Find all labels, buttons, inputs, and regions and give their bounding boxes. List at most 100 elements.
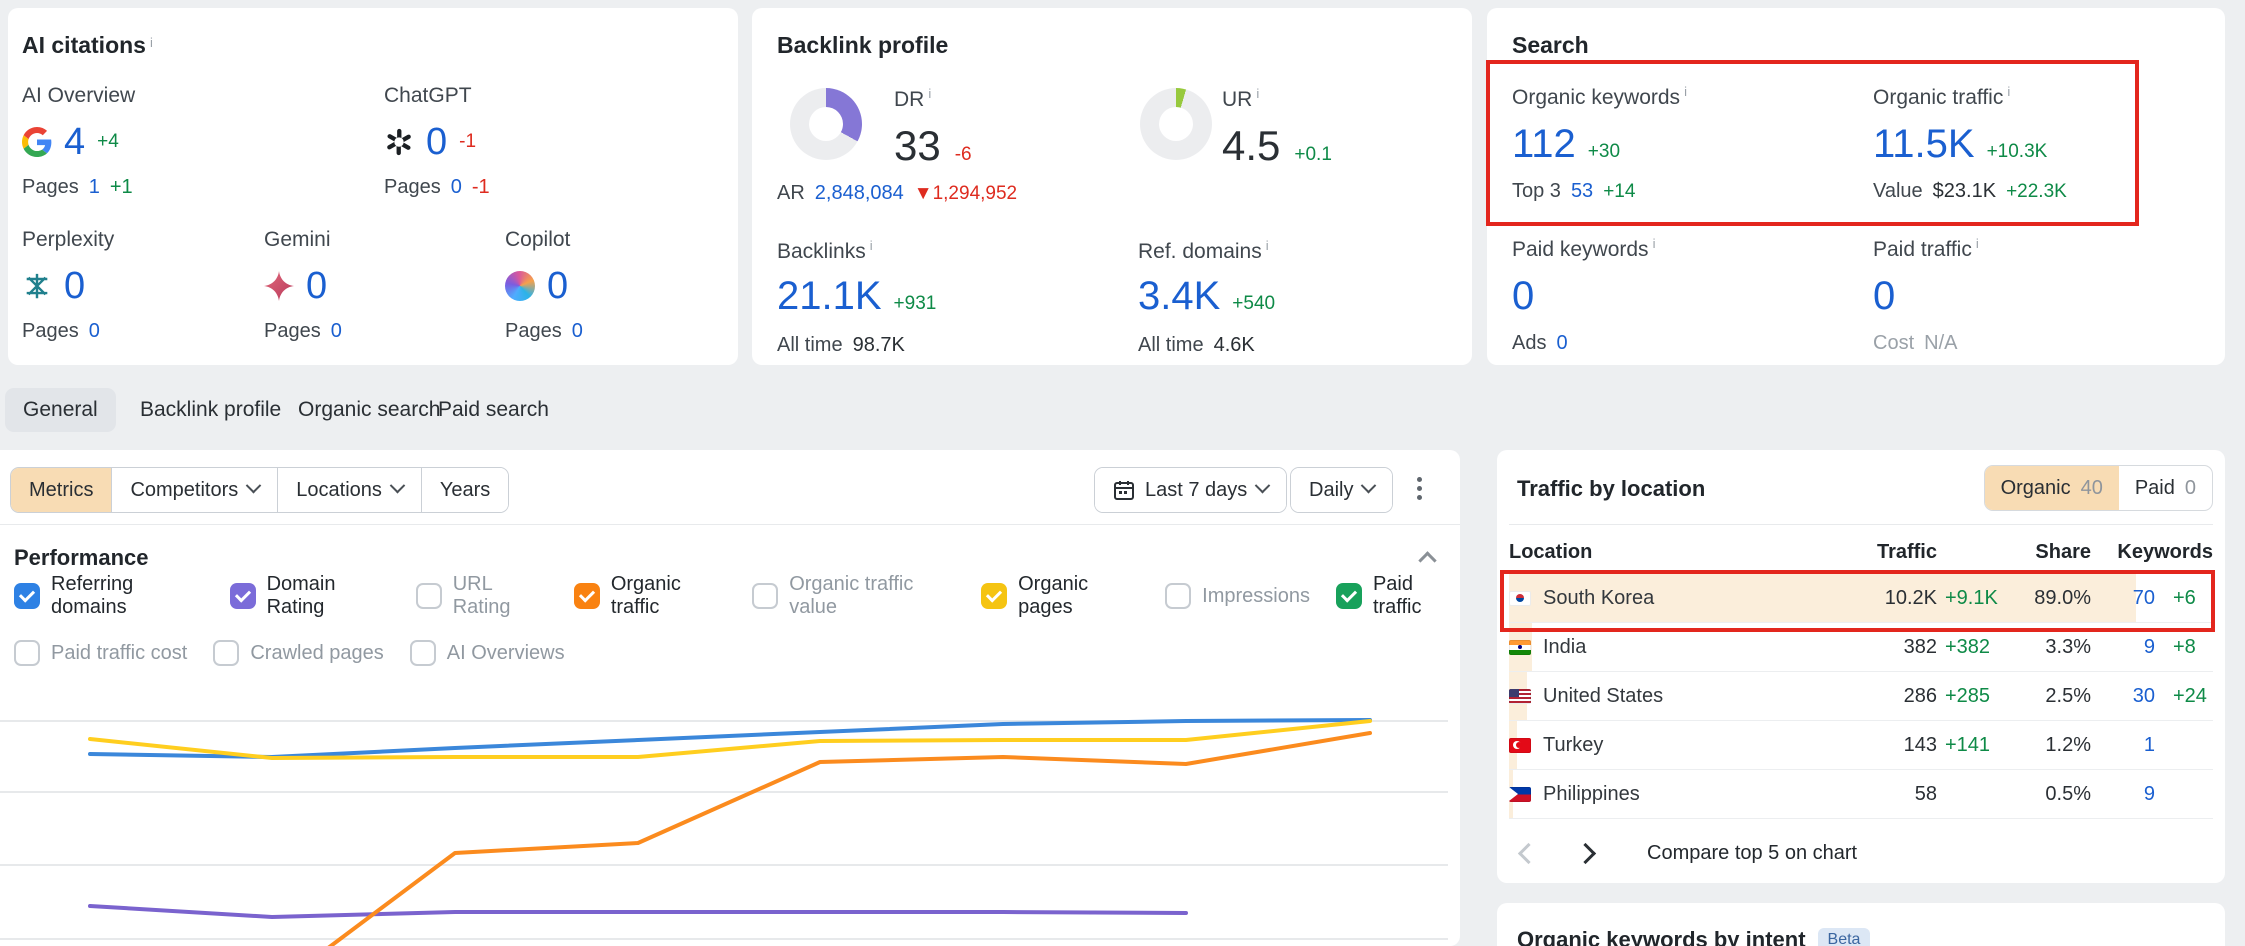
perplexity-icon <box>22 271 52 301</box>
checkbox-organic-pages[interactable]: Organic pages <box>981 573 1139 619</box>
info-icon[interactable]: i <box>928 86 931 101</box>
checkbox-url-rating[interactable]: URL Rating <box>416 573 548 619</box>
years-button[interactable]: Years <box>422 468 508 512</box>
gemini-value[interactable]: 0 <box>306 265 327 308</box>
checkbox-impressions[interactable]: Impressions <box>1165 583 1310 609</box>
checkbox-organic-traffic-value[interactable]: Organic traffic value <box>752 573 955 619</box>
chart-line-organic-pages <box>90 721 1370 758</box>
toggle-organic[interactable]: Organic40 <box>1985 466 2119 510</box>
keywords-link[interactable]: 1 <box>2099 734 2155 757</box>
metric-gemini: Gemini 0 Pages0 <box>264 228 342 343</box>
locations-dropdown[interactable]: Locations <box>278 468 422 512</box>
checkbox-icon <box>1336 583 1362 609</box>
tab-general[interactable]: General <box>5 388 116 432</box>
checkbox-ai-overviews[interactable]: AI Overviews <box>410 640 565 666</box>
traffic-table-body: South Korea 10.2K +9.1K 89.0% 70 +6 Indi… <box>1509 574 2213 819</box>
flag-turkey-icon <box>1509 738 1531 753</box>
keywords-link[interactable]: 70 <box>2099 587 2155 610</box>
top3-value[interactable]: 53 <box>1571 180 1593 203</box>
pages-value[interactable]: 0 <box>572 320 583 343</box>
calendar-icon <box>1113 479 1135 501</box>
table-row-philippines[interactable]: Philippines 58 0.5% 9 <box>1509 770 2213 819</box>
performance-title: Performance <box>14 545 149 571</box>
table-row-turkey[interactable]: Turkey 143 +141 1.2% 1 <box>1509 721 2213 770</box>
keywords-link[interactable]: 9 <box>2099 783 2155 806</box>
panel-divider <box>1509 524 2213 525</box>
metric-paid-keywords: Paid keywordsi 0 Ads0 <box>1512 236 1655 355</box>
date-range-group: Last 7 days <box>1094 467 1287 513</box>
chevron-down-icon <box>1255 477 1271 493</box>
chevron-down-icon <box>246 477 262 493</box>
info-icon[interactable]: i <box>1976 236 1979 251</box>
pages-value[interactable]: 0 <box>331 320 342 343</box>
date-range-dropdown[interactable]: Last 7 days <box>1095 468 1286 512</box>
pages-value[interactable]: 0 <box>89 320 100 343</box>
checkbox-paid-traffic-cost[interactable]: Paid traffic cost <box>14 640 187 666</box>
ahrefs-overview-page: AI citationsi AI Overview 4 +4 Pages1+1 … <box>0 0 2245 946</box>
info-icon[interactable]: i <box>1256 86 1259 101</box>
table-row-united-states[interactable]: United States 286 +285 2.5% 30 +24 <box>1509 672 2213 721</box>
info-icon[interactable]: i <box>870 238 873 253</box>
info-icon[interactable]: i <box>1266 238 1269 253</box>
chevron-down-icon <box>390 477 406 493</box>
backlink-profile-card: Backlink profile DRi 33 -6 AR 2,848,084 … <box>752 8 1472 365</box>
traffic-by-location-panel: Traffic by location Organic40 Paid0 Loca… <box>1497 450 2225 883</box>
tab-backlink-profile[interactable]: Backlink profile <box>122 388 299 432</box>
paid-traffic-value[interactable]: 0 <box>1873 272 1895 320</box>
checkbox-icon <box>981 583 1007 609</box>
dr-delta: -6 <box>955 144 972 166</box>
checkbox-referring-domains[interactable]: Referring domains <box>14 573 204 619</box>
checkbox-crawled-pages[interactable]: Crawled pages <box>213 640 383 666</box>
checkbox-organic-traffic[interactable]: Organic traffic <box>574 573 726 619</box>
competitors-dropdown[interactable]: Competitors <box>112 468 278 512</box>
organic-keywords-intent-panel: Organic keywords by intent Beta <box>1497 903 2225 946</box>
info-icon[interactable]: i <box>2007 84 2010 99</box>
tab-paid-search[interactable]: Paid search <box>420 388 567 432</box>
next-page-icon[interactable] <box>1575 843 1596 864</box>
dr-value: 33 <box>894 122 941 170</box>
granularity-dropdown[interactable]: Daily <box>1291 468 1392 512</box>
copilot-icon <box>505 271 535 301</box>
prev-page-icon[interactable] <box>1518 843 1539 864</box>
keywords-link[interactable]: 9 <box>2099 636 2155 659</box>
metrics-button[interactable]: Metrics <box>11 468 112 512</box>
table-row-south-korea[interactable]: South Korea 10.2K +9.1K 89.0% 70 +6 <box>1509 574 2213 623</box>
traffic-table-header: Location Traffic Share Keywords <box>1509 538 2213 566</box>
toggle-paid[interactable]: Paid0 <box>2119 466 2212 510</box>
table-row-india[interactable]: India 382 +382 3.3% 9 +8 <box>1509 623 2213 672</box>
checkbox-icon <box>410 640 436 666</box>
gemini-icon <box>264 271 294 301</box>
table-pagination: Compare top 5 on chart <box>1521 842 1857 865</box>
collapse-section-icon[interactable] <box>1420 550 1436 566</box>
pages-value[interactable]: 0 <box>451 176 462 199</box>
compare-top5-link[interactable]: Compare top 5 on chart <box>1647 842 1857 865</box>
checkbox-icon <box>574 583 600 609</box>
more-options-kebab-icon[interactable] <box>1406 477 1432 500</box>
organic-traffic-value[interactable]: 11.5K <box>1873 120 1975 168</box>
ai-overview-value[interactable]: 4 <box>64 121 85 164</box>
copilot-value[interactable]: 0 <box>547 265 568 308</box>
metric-organic-keywords: Organic keywordsi 112 +30 Top 353+14 <box>1512 84 1687 203</box>
info-icon[interactable]: i <box>1653 236 1656 251</box>
ads-value[interactable]: 0 <box>1556 332 1567 355</box>
keywords-link[interactable]: 30 <box>2099 685 2155 708</box>
openai-icon <box>384 127 414 157</box>
metrics-toolbar: Metrics Competitors Locations Years <box>10 467 509 513</box>
info-icon[interactable]: i <box>1684 84 1687 99</box>
info-icon[interactable]: i <box>150 35 153 50</box>
perplexity-value[interactable]: 0 <box>64 265 85 308</box>
ar-value[interactable]: 2,848,084 <box>815 182 904 205</box>
organic-keywords-value[interactable]: 112 <box>1512 120 1576 168</box>
chatgpt-value[interactable]: 0 <box>426 121 447 164</box>
backlinks-value[interactable]: 21.1K <box>777 272 882 320</box>
intent-panel-title: Organic keywords by intent <box>1517 927 1806 946</box>
ur-donut <box>1140 88 1212 160</box>
ref-domains-value[interactable]: 3.4K <box>1138 272 1220 320</box>
checkbox-domain-rating[interactable]: Domain Rating <box>230 573 390 619</box>
checkbox-paid-traffic[interactable]: Paid traffic <box>1336 573 1460 619</box>
metric-dr: DRi 33 -6 <box>894 86 972 170</box>
paid-keywords-value[interactable]: 0 <box>1512 272 1534 320</box>
pages-value[interactable]: 1 <box>89 176 100 199</box>
metric-chatgpt: ChatGPT 0 -1 Pages0-1 <box>384 84 490 199</box>
chevron-down-icon <box>1361 477 1377 493</box>
